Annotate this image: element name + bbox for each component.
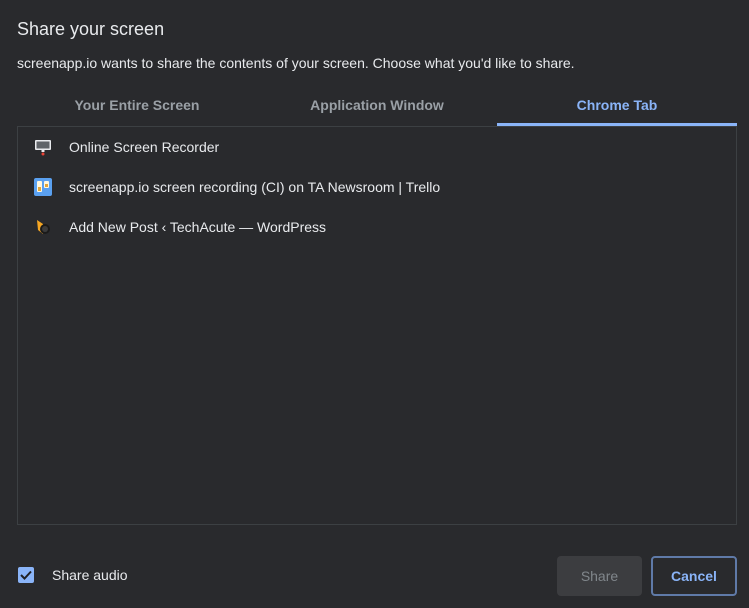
dialog-footer: Share audio Share Cancel xyxy=(0,556,749,596)
checkbox-checked-icon[interactable] xyxy=(18,567,34,583)
source-tabs: Your Entire Screen Application Window Ch… xyxy=(17,86,737,126)
list-item-label: Add New Post ‹ TechAcute — WordPress xyxy=(69,219,327,235)
screen-recorder-icon xyxy=(33,137,53,157)
share-screen-dialog: Share your screen screenapp.io wants to … xyxy=(0,0,749,608)
dialog-title: Share your screen xyxy=(17,19,165,39)
tab-application-window[interactable]: Application Window xyxy=(257,86,497,126)
list-item[interactable]: Add New Post ‹ TechAcute — WordPress xyxy=(18,207,736,247)
share-audio-toggle[interactable]: Share audio xyxy=(18,567,128,583)
cancel-button[interactable]: Cancel xyxy=(651,556,737,596)
list-item[interactable]: Online Screen Recorder xyxy=(18,127,736,167)
share-button[interactable]: Share xyxy=(557,556,642,596)
list-item-label: Online Screen Recorder xyxy=(69,139,220,155)
tab-entire-screen[interactable]: Your Entire Screen xyxy=(17,86,257,126)
dialog-subtitle: screenapp.io wants to share the contents… xyxy=(17,55,575,71)
share-audio-label: Share audio xyxy=(52,567,128,583)
chrome-tab-list: Online Screen Recorder screenapp.io scre… xyxy=(17,126,737,525)
trello-icon xyxy=(33,177,53,197)
list-item[interactable]: screenapp.io screen recording (CI) on TA… xyxy=(18,167,736,207)
tab-chrome-tab[interactable]: Chrome Tab xyxy=(497,86,737,126)
list-item-label: screenapp.io screen recording (CI) on TA… xyxy=(69,179,441,195)
techacute-icon xyxy=(33,217,53,237)
